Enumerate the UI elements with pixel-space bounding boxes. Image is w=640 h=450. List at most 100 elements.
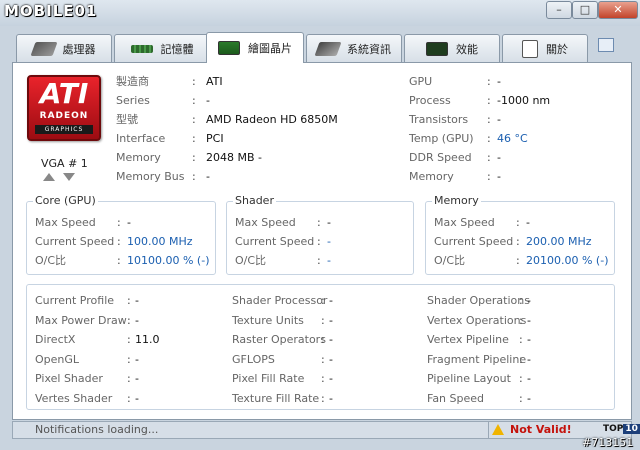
info-row: Temp (GPU) : 46 °C [409, 130, 528, 148]
info-row: Memory Bus : - [116, 168, 210, 186]
group-value: 200.00 MHz [526, 235, 592, 248]
info-label: Process [409, 94, 451, 107]
detail-label: Fan Speed [427, 392, 485, 405]
detail-row: Pipeline Layout : - [427, 370, 531, 388]
info-value: - [497, 170, 501, 183]
info-label: Series [116, 94, 150, 107]
group-row: O/C比 : 20100.00 % (-) [434, 252, 608, 270]
detail-value: - [329, 353, 333, 366]
detail-row: OpenGL : - [35, 351, 139, 369]
detail-row: Shader Operations : - [427, 292, 531, 310]
maximize-button[interactable]: □ [572, 1, 598, 19]
tab-label: 系統資訊 [347, 42, 391, 56]
group-row: O/C比 : 10100.00 % (-) [35, 252, 209, 270]
group-label: O/C比 [35, 254, 67, 267]
detail-row: Fragment Pipeline : - [427, 351, 531, 369]
group-title: Core (GPU) [33, 194, 98, 207]
detail-label: OpenGL [35, 353, 80, 366]
info-label: Memory [409, 170, 454, 183]
detail-row: Texture Units : - [232, 312, 333, 330]
group-label: O/C比 [434, 254, 466, 267]
detail-value: - [329, 294, 333, 307]
minimize-button[interactable]: – [546, 1, 572, 19]
detail-row: Vertes Shader : - [35, 390, 139, 408]
detail-label: Vertex Operations [427, 314, 527, 327]
group-row: Max Speed : - [434, 214, 530, 232]
group-row: Max Speed : - [35, 214, 131, 232]
validation-status[interactable]: Not Valid! [510, 423, 572, 436]
detail-row: Pixel Fill Rate : - [232, 370, 333, 388]
info-row: Process : -1000 nm [409, 92, 550, 110]
vga-selector-label: VGA # 1 [41, 157, 88, 170]
info-row: GPU : - [409, 73, 501, 91]
tab-menu-icon[interactable] [598, 38, 614, 52]
detail-row: Pixel Shader : - [35, 370, 139, 388]
group-label: Current Speed [235, 235, 315, 248]
detail-value: - [527, 314, 531, 327]
detail-row: Shader Processor : - [232, 292, 333, 310]
detail-row: Max Power Draw : - [35, 312, 139, 330]
detail-label: Shader Processor [232, 294, 328, 307]
status-bar: Notifications loading... Not Valid! TOP 1… [12, 421, 640, 439]
group-label: Max Speed [35, 216, 96, 229]
info-label: Memory [116, 151, 161, 164]
info-label: GPU [409, 75, 433, 88]
top10-badge-number: 10 [623, 424, 640, 434]
info-value: - [497, 151, 501, 164]
detail-value: - [329, 392, 333, 405]
logo-line2: GRAPHICS [35, 125, 93, 134]
info-row: 製造商 : ATI [116, 73, 223, 91]
group-value: 100.00 MHz [127, 235, 193, 248]
info-label: DDR Speed [409, 151, 472, 164]
detail-value: - [135, 294, 139, 307]
info-value: - [497, 113, 501, 126]
detail-label: Raster Operators [232, 333, 326, 346]
detail-value: - [135, 372, 139, 385]
tab-cpu[interactable]: 處理器 [16, 34, 112, 62]
info-row: Interface : PCI [116, 130, 224, 148]
title-bar: MOBILE01 – □ ✕ [0, 0, 640, 26]
detail-label: DirectX [35, 333, 76, 346]
tab-label: 記憶體 [160, 42, 194, 56]
motherboard-icon [314, 41, 342, 56]
info-row: Series : - [116, 92, 210, 110]
group-row: Current Speed : - [235, 233, 331, 251]
group-row: O/C比 : - [235, 252, 331, 270]
tab-label: 效能 [456, 42, 478, 56]
detail-label: Current Profile [35, 294, 115, 307]
info-value: - [206, 170, 210, 183]
detail-row: Fan Speed : - [427, 390, 531, 408]
group-label: O/C比 [235, 254, 267, 267]
top10-badge[interactable]: TOP 10 [603, 424, 640, 434]
tab-memory[interactable]: 記憶體 [114, 34, 210, 62]
top10-badge-text: TOP [603, 424, 624, 434]
group-value: 20100.00 % (-) [526, 254, 609, 267]
group-title: Shader [233, 194, 276, 207]
tab-strip: 處理器 記憶體 繪圖晶片 系統資訊 效能 關於 [12, 32, 632, 63]
group-row: Max Speed : - [235, 214, 331, 232]
detail-value: - [527, 392, 531, 405]
about-icon [522, 39, 538, 58]
detail-value: - [135, 392, 139, 405]
ati-radeon-logo: ATI RADEON GRAPHICS [27, 75, 101, 141]
core-gpu-group: Core (GPU) Max Speed : - Current Speed :… [26, 194, 216, 275]
vga-previous-arrow-icon[interactable] [43, 173, 55, 181]
tab-about[interactable]: 關於 [502, 34, 588, 62]
details-group: Current Profile : - Max Power Draw : - D… [26, 284, 615, 410]
detail-value: - [329, 333, 333, 346]
info-value: - [497, 75, 501, 88]
tab-system-info[interactable]: 系統資訊 [306, 34, 402, 62]
tab-performance[interactable]: 效能 [404, 34, 500, 62]
close-button[interactable]: ✕ [598, 1, 638, 19]
vga-next-arrow-icon[interactable] [63, 173, 75, 181]
detail-row: DirectX : 11.0 [35, 331, 160, 349]
detail-row: Current Profile : - [35, 292, 139, 310]
info-label: 製造商 [116, 75, 149, 88]
detail-value: - [329, 314, 333, 327]
detail-value: - [527, 333, 531, 346]
info-label: Temp (GPU) [409, 132, 474, 145]
info-value: ATI [206, 75, 223, 88]
tab-graphics[interactable]: 繪圖晶片 [206, 32, 304, 63]
detail-value: - [527, 372, 531, 385]
detail-label: Texture Units [232, 314, 304, 327]
